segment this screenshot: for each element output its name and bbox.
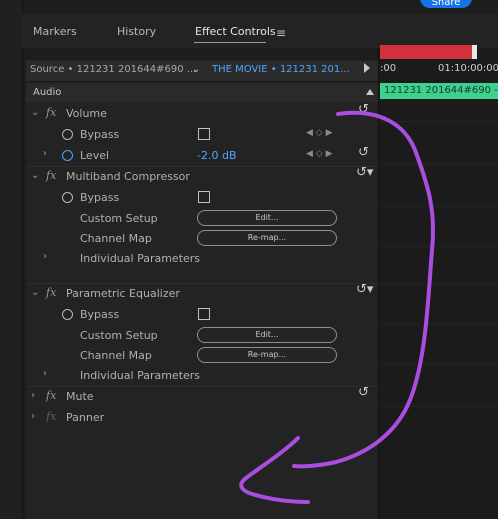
annotation-arrow-drawing (239, 110, 436, 504)
